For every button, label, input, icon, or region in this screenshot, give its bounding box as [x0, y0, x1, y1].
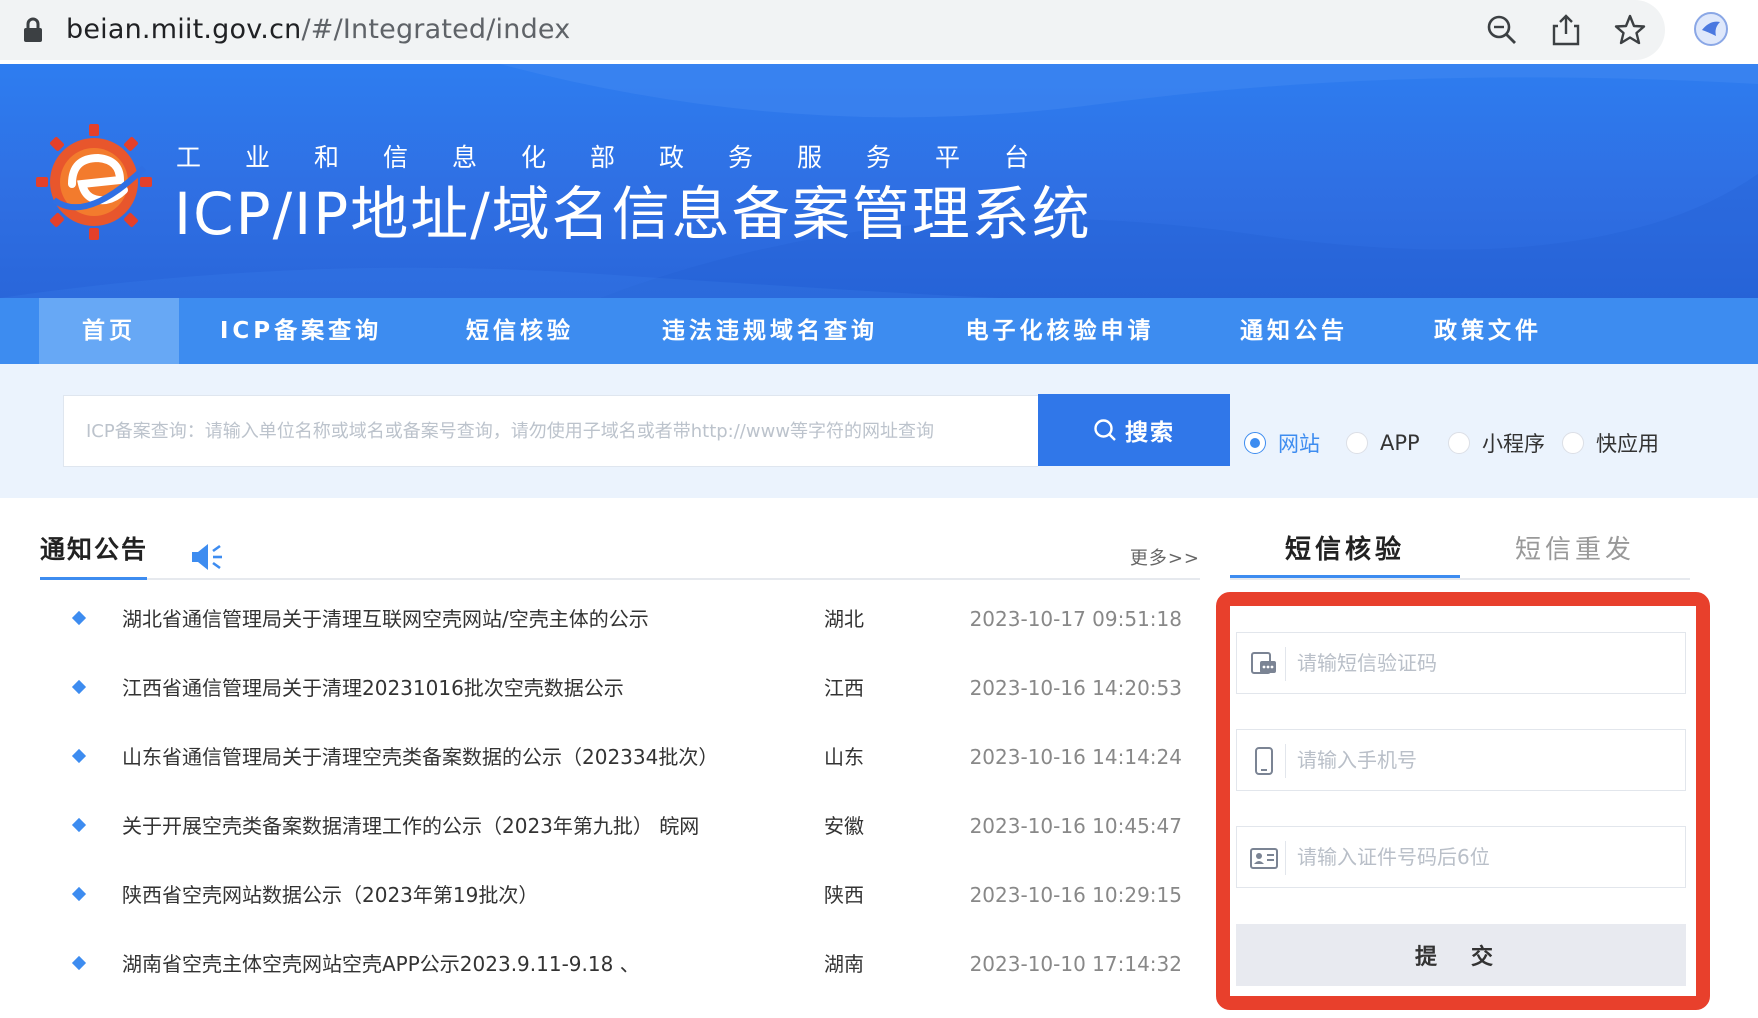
notice-row-region: 江西 — [824, 676, 864, 700]
list-item[interactable]: 陕西省空壳网站数据公示（2023年第19批次） 陕西 2023-10-16 10… — [70, 878, 1190, 912]
main-nav: 首页 ICP备案查询 短信核验 违法违规域名查询 电子化核验申请 通知公告 政策… — [0, 298, 1758, 364]
nav-item-e-verify[interactable]: 电子化核验申请 — [940, 298, 1180, 364]
notice-row-region: 陕西 — [824, 883, 864, 907]
share-icon[interactable] — [1548, 12, 1584, 48]
list-item[interactable]: 江西省通信管理局关于清理20231016批次空壳数据公示 江西 2023-10-… — [70, 671, 1190, 705]
browser-toolbar: beian.miit.gov.cn/#/Integrated/index — [0, 0, 1758, 64]
tab-sms-resend[interactable]: 短信重发 — [1460, 528, 1690, 578]
radio-mini-program[interactable]: 小程序 — [1448, 428, 1545, 458]
message-icon — [1251, 652, 1276, 674]
radio-dot — [1562, 432, 1584, 454]
search-button-label: 搜索 — [1125, 419, 1175, 445]
list-item[interactable]: 山东省通信管理局关于清理空壳类备案数据的公示（202334批次） 山东 2023… — [70, 740, 1190, 774]
notice-title[interactable]: 通知公告 — [40, 530, 148, 570]
notice-row-title[interactable]: 湖南省空壳主体空壳网站空壳APP公示2023.9.11-9.18 、 — [122, 947, 640, 981]
radio-dot — [1244, 432, 1266, 454]
notice-row-time: 2023-10-16 14:14:24 — [969, 745, 1182, 769]
field-separator — [1285, 647, 1286, 681]
search-area: 搜索 网站 APP 小程序 快应用 — [0, 364, 1758, 498]
radio-label: APP — [1380, 431, 1420, 455]
field-separator — [1285, 841, 1286, 875]
field-separator — [1285, 744, 1286, 778]
notice-row-region: 安徽 — [824, 814, 864, 838]
radio-dot — [1346, 432, 1368, 454]
radio-label: 小程序 — [1482, 432, 1545, 456]
notice-header: 通知公告 更多>> — [40, 530, 1200, 580]
search-icon — [1094, 419, 1116, 441]
phone-field — [1236, 729, 1686, 791]
radio-website[interactable]: 网站 — [1244, 428, 1320, 458]
sms-code-field — [1236, 632, 1686, 694]
header-banner: 工业和信息化部政务服务平台 ICP/IP地址/域名信息备案管理系统 — [0, 64, 1758, 298]
bullet-icon — [71, 679, 87, 695]
extension-icon[interactable] — [1692, 10, 1730, 48]
notice-row-title[interactable]: 湖北省通信管理局关于清理互联网空壳网站/空壳主体的公示 — [122, 602, 649, 636]
url-path: /#/Integrated/index — [301, 14, 571, 45]
list-item[interactable]: 关于开展空壳类备案数据清理工作的公示（2023年第九批） 皖网 安徽 2023-… — [70, 809, 1190, 843]
bullet-icon — [71, 955, 87, 971]
list-item[interactable]: 湖北省通信管理局关于清理互联网空壳网站/空壳主体的公示 湖北 2023-10-1… — [70, 602, 1190, 636]
nav-item-icp-query[interactable]: ICP备案查询 — [192, 298, 410, 364]
address-bar[interactable]: beian.miit.gov.cn/#/Integrated/index — [0, 0, 1665, 60]
phone-input[interactable] — [1297, 730, 1677, 790]
nav-item-policy[interactable]: 政策文件 — [1400, 298, 1576, 364]
nav-item-home[interactable]: 首页 — [39, 298, 179, 364]
notice-row-title[interactable]: 关于开展空壳类备案数据清理工作的公示（2023年第九批） 皖网 — [122, 809, 699, 843]
list-item[interactable]: 湖南省空壳主体空壳网站空壳APP公示2023.9.11-9.18 、 湖南 20… — [70, 947, 1190, 981]
nav-item-sms-verify[interactable]: 短信核验 — [440, 298, 600, 364]
radio-label: 网站 — [1278, 432, 1320, 456]
search-input[interactable] — [63, 395, 1038, 467]
bullet-icon — [71, 748, 87, 764]
bullet-icon — [71, 817, 87, 833]
notice-row-time: 2023-10-17 09:51:18 — [969, 607, 1182, 631]
star-icon[interactable] — [1612, 12, 1648, 48]
tab-sms-verify[interactable]: 短信核验 — [1230, 528, 1460, 578]
id-number-field — [1236, 826, 1686, 888]
notice-row-time: 2023-10-16 14:20:53 — [969, 676, 1182, 700]
sms-tabs: 短信核验 短信重发 — [1230, 528, 1690, 580]
nav-item-illegal-domain[interactable]: 违法违规域名查询 — [630, 298, 910, 364]
notice-row-time: 2023-10-16 10:29:15 — [969, 883, 1182, 907]
search-button[interactable]: 搜索 — [1038, 394, 1230, 466]
lock-icon — [24, 17, 42, 42]
notice-row-region: 湖南 — [824, 952, 864, 976]
notice-row-region: 山东 — [824, 745, 864, 769]
notice-row-time: 2023-10-10 17:14:32 — [969, 952, 1182, 976]
nav-item-notices[interactable]: 通知公告 — [1206, 298, 1382, 364]
speaker-icon — [192, 544, 222, 570]
url-text[interactable]: beian.miit.gov.cn/#/Integrated/index — [66, 10, 570, 50]
radio-label: 快应用 — [1596, 432, 1659, 456]
header-subtitle: 工业和信息化部政务服务平台 — [176, 143, 1074, 172]
radio-quick-app[interactable]: 快应用 — [1562, 428, 1659, 458]
sms-code-input[interactable] — [1297, 633, 1677, 693]
notice-row-time: 2023-10-16 10:45:47 — [969, 814, 1182, 838]
id-card-icon — [1250, 848, 1278, 869]
submit-button[interactable]: 提 交 — [1236, 924, 1686, 986]
phone-icon — [1255, 747, 1273, 775]
bullet-icon — [71, 886, 87, 902]
notice-row-title[interactable]: 陕西省空壳网站数据公示（2023年第19批次） — [122, 878, 538, 912]
zoom-icon[interactable] — [1484, 12, 1520, 48]
notice-row-region: 湖北 — [824, 607, 864, 631]
more-link[interactable]: 更多>> — [1130, 544, 1200, 570]
url-domain: beian.miit.gov.cn — [66, 14, 302, 45]
radio-dot — [1448, 432, 1470, 454]
header-title: ICP/IP地址/域名信息备案管理系统 — [174, 180, 1092, 248]
notice-underline — [40, 577, 147, 580]
radio-app[interactable]: APP — [1346, 428, 1420, 458]
notice-row-title[interactable]: 山东省通信管理局关于清理空壳类备案数据的公示（202334批次） — [122, 740, 718, 774]
notice-row-title[interactable]: 江西省通信管理局关于清理20231016批次空壳数据公示 — [122, 671, 624, 705]
miit-logo — [36, 124, 152, 240]
id-number-input[interactable] — [1297, 827, 1677, 887]
bullet-icon — [71, 610, 87, 626]
